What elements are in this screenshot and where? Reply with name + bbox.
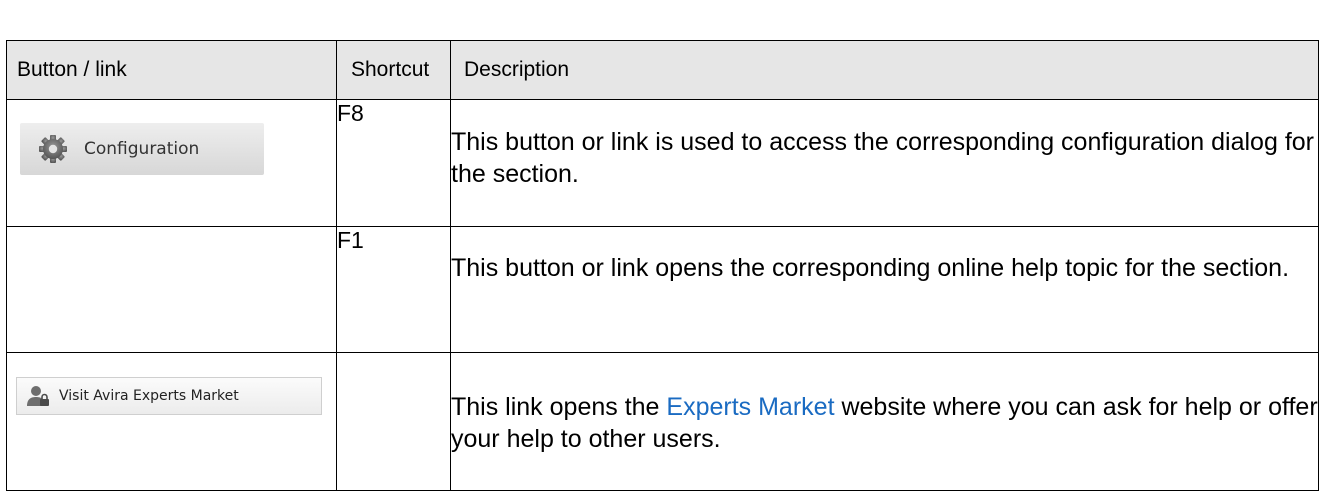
- configuration-button[interactable]: Configuration: [20, 123, 264, 175]
- description-cell: This link opens the Experts Market websi…: [450, 352, 1319, 491]
- table-row: F1 This button or link opens the corresp…: [6, 226, 1319, 353]
- user-icon: [26, 384, 50, 408]
- table-header-row: Button / link Shortcut Description: [6, 40, 1319, 100]
- description-cell: This button or link opens the correspond…: [450, 226, 1319, 353]
- shortcut-cell: F1: [336, 226, 451, 353]
- shortcut-cell: F8: [336, 99, 451, 227]
- button-cell: [6, 226, 337, 353]
- table-row: Visit Avira Experts Market This link ope…: [6, 352, 1319, 491]
- description-text-before: This link opens the: [451, 393, 667, 421]
- shortcut-cell: [336, 352, 451, 491]
- header-description: Description: [450, 40, 1319, 100]
- description-cell: This button or link is used to access th…: [450, 99, 1319, 227]
- configuration-button-label: Configuration: [84, 139, 200, 159]
- table-row: Configuration F8 This button or link is …: [6, 99, 1319, 227]
- gear-icon: [38, 134, 68, 164]
- visit-experts-market-label: Visit Avira Experts Market: [59, 388, 239, 404]
- experts-market-link[interactable]: Experts Market: [666, 393, 834, 421]
- button-cell: Configuration: [6, 99, 337, 227]
- header-shortcut: Shortcut: [336, 40, 451, 100]
- visit-experts-market-link[interactable]: Visit Avira Experts Market: [16, 377, 322, 415]
- shortcut-reference-table: Button / link Shortcut Description Confi…: [6, 40, 1319, 491]
- button-cell: Visit Avira Experts Market: [6, 352, 337, 491]
- header-button-link: Button / link: [6, 40, 337, 100]
